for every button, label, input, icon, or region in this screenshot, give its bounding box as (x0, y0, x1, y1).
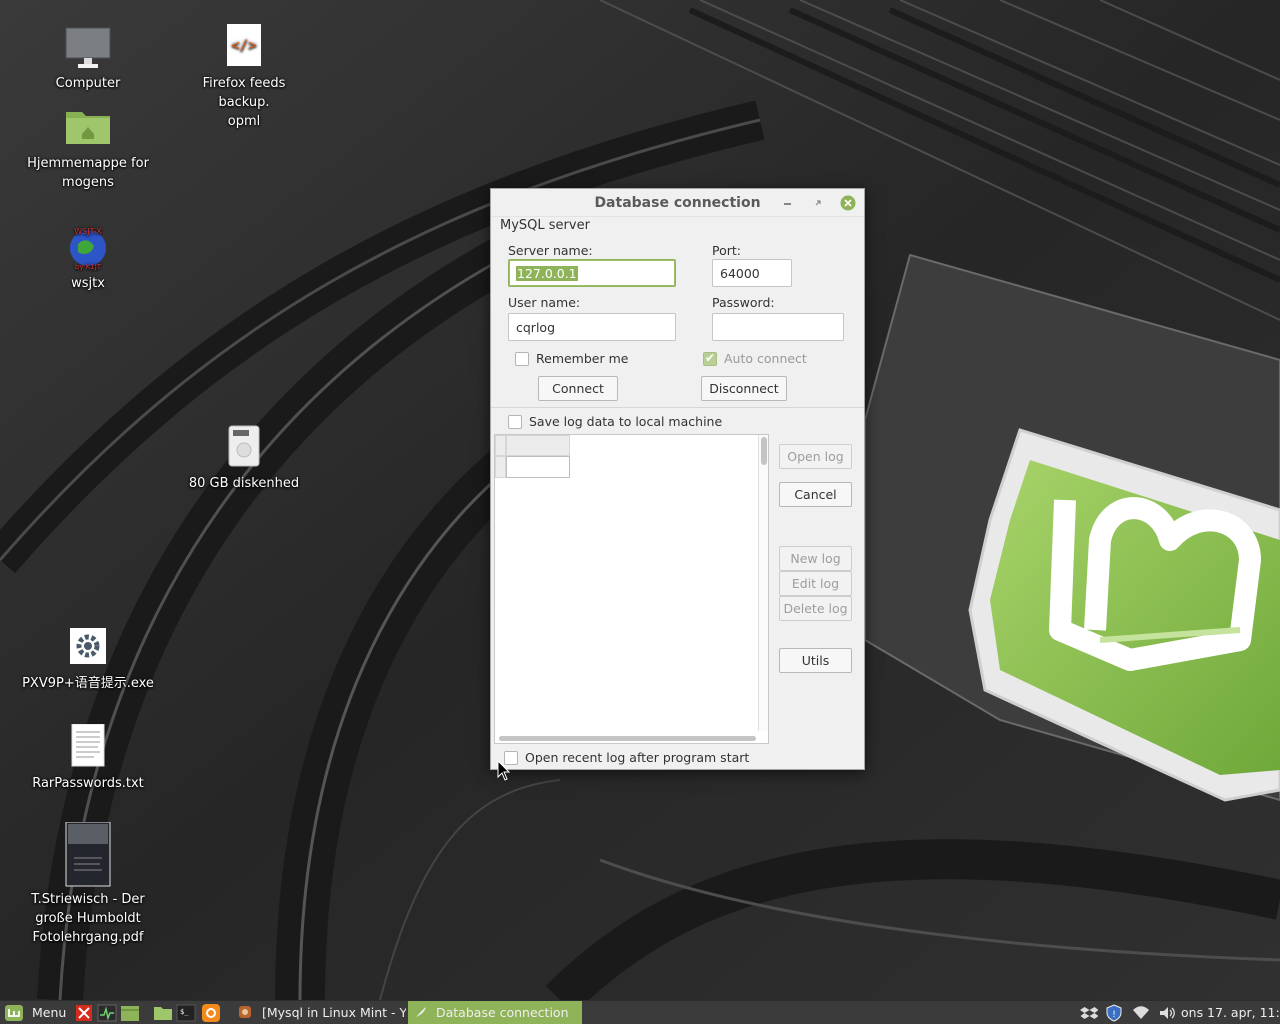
server-name-value: 127.0.0.1 (516, 266, 578, 281)
svg-text:$_: $_ (180, 1008, 189, 1016)
auto-connect-checkbox[interactable]: ✔ (703, 351, 717, 366)
desktop-icon-label: T.Striewisch - Der große Humboldt Fotole… (31, 892, 145, 945)
minimize-icon[interactable] (779, 194, 797, 212)
firefox-icon[interactable] (201, 1003, 221, 1023)
html-file-icon: </> (220, 24, 268, 72)
taskbar-window-label: Database connection (436, 1005, 569, 1020)
utils-button[interactable]: Utils (779, 648, 852, 673)
server-name-label: Server name: (508, 243, 593, 258)
svg-text:!: ! (1112, 1010, 1116, 1020)
cancel-button[interactable]: Cancel (779, 482, 852, 507)
svg-text:by K1JT: by K1JT (75, 263, 102, 271)
desktop-icon-label: Computer (55, 76, 121, 91)
files-icon[interactable] (120, 1003, 140, 1023)
desktop-icon-firefox-feeds[interactable]: </> Firefox feeds backup. opml (174, 24, 314, 131)
user-name-label: User name: (508, 295, 581, 310)
app-launcher-icon[interactable] (74, 1003, 94, 1023)
svg-text:WSJT-X: WSJT-X (74, 227, 102, 236)
password-input[interactable] (712, 313, 844, 341)
mouse-cursor-icon (497, 760, 511, 781)
divider (491, 407, 864, 408)
auto-connect-label: Auto connect (724, 351, 807, 366)
new-log-button[interactable]: New log (779, 546, 852, 571)
database-connection-dialog: Database connection MySQL server Server … (490, 188, 865, 770)
desktop-icon-wsjtx[interactable]: WSJT-X by K1JT wsjtx (18, 224, 158, 293)
text-file-icon (64, 723, 112, 772)
menu-label: Menu (32, 1005, 67, 1020)
wsjtx-app-icon: WSJT-X by K1JT (64, 224, 112, 272)
port-input[interactable]: 64000 (712, 259, 792, 287)
save-log-local-checkbox[interactable] (508, 415, 522, 429)
mysql-server-group-title: MySQL server (500, 218, 590, 233)
remember-me-label: Remember me (536, 351, 629, 366)
server-name-input[interactable]: 127.0.0.1 (508, 259, 676, 287)
log-grid[interactable] (494, 434, 769, 744)
desktop-icon-rarpasswords[interactable]: RarPasswords.txt (18, 723, 158, 793)
desktop-icon-computer[interactable]: Computer (18, 24, 158, 93)
check-icon: ✔ (705, 351, 716, 365)
feather-icon (416, 1007, 426, 1017)
taskbar-window-label: [Mysql in Linux Mint - Yo... (262, 1005, 406, 1020)
settings-exe-icon (64, 624, 112, 672)
desktop-icon-pdf[interactable]: T.Striewisch - Der große Humboldt Fotole… (18, 821, 158, 947)
open-log-button[interactable]: Open log (779, 444, 852, 469)
browser-window-icon (239, 1006, 251, 1018)
folder-icon[interactable] (153, 1003, 173, 1023)
disconnect-button[interactable]: Disconnect (701, 376, 787, 401)
system-monitor-icon[interactable] (97, 1003, 117, 1023)
remember-me-checkbox[interactable] (515, 352, 529, 366)
terminal-icon[interactable]: $_ (176, 1003, 196, 1023)
desktop-icon-label: RarPasswords.txt (32, 776, 144, 791)
clock[interactable]: ons 17. apr, 11:23 (1181, 1001, 1280, 1024)
drive-icon (220, 424, 268, 472)
maximize-icon[interactable] (809, 194, 827, 212)
window-titlebar[interactable]: Database connection (491, 189, 864, 217)
close-icon[interactable] (839, 194, 857, 212)
grid-cell[interactable] (506, 456, 570, 478)
desktop-icon-label: PXV9P+语音提示.exe (22, 676, 154, 691)
wifi-icon[interactable] (1132, 1004, 1150, 1022)
taskbar-window-mysql[interactable]: [Mysql in Linux Mint - Yo... (234, 1001, 406, 1024)
desktop-icon-exe[interactable]: PXV9P+语音提示.exe (18, 624, 158, 693)
computer-icon (64, 24, 112, 72)
delete-log-button[interactable]: Delete log (779, 596, 852, 621)
menu-button[interactable]: Menu (4, 1001, 68, 1024)
password-label: Password: (712, 295, 775, 310)
vertical-scroll-thumb[interactable] (761, 437, 767, 465)
desktop-icon-drive[interactable]: 80 GB diskenhed (174, 424, 314, 493)
taskbar: Menu $_ [Mysql in Linux Mint - Yo... Dat… (0, 1000, 1280, 1024)
desktop-icon-label: Hjemmemappe for mogens (27, 156, 149, 190)
shield-icon[interactable]: ! (1105, 1004, 1123, 1022)
open-recent-label: Open recent log after program start (525, 750, 750, 765)
connect-button[interactable]: Connect (538, 376, 618, 401)
desktop-icon-label: 80 GB diskenhed (188, 476, 300, 491)
mint-logo-icon (5, 1005, 23, 1021)
desktop-icon-label: wsjtx (71, 276, 105, 291)
desktop-icon-label: Firefox feeds backup. opml (202, 76, 286, 129)
horizontal-scroll-thumb[interactable] (499, 736, 756, 741)
grid-column-header (506, 435, 570, 456)
grid-row-header (495, 456, 506, 478)
dropbox-icon[interactable] (1080, 1004, 1098, 1022)
taskbar-window-database-connection[interactable]: Database connection (408, 1001, 582, 1024)
user-name-input[interactable]: cqrlog (508, 313, 676, 341)
edit-log-button[interactable]: Edit log (779, 571, 852, 596)
desktop-icon-home-folder[interactable]: Hjemmemappe for mogens (18, 104, 158, 192)
home-folder-icon (64, 104, 112, 152)
port-label: Port: (712, 243, 741, 258)
pdf-file-icon (64, 821, 112, 888)
volume-icon[interactable] (1158, 1004, 1176, 1022)
save-log-local-label: Save log data to local machine (529, 414, 723, 429)
grid-corner (495, 435, 506, 456)
vertical-scrollbar[interactable] (758, 435, 768, 731)
svg-text:</>: </> (231, 38, 256, 54)
